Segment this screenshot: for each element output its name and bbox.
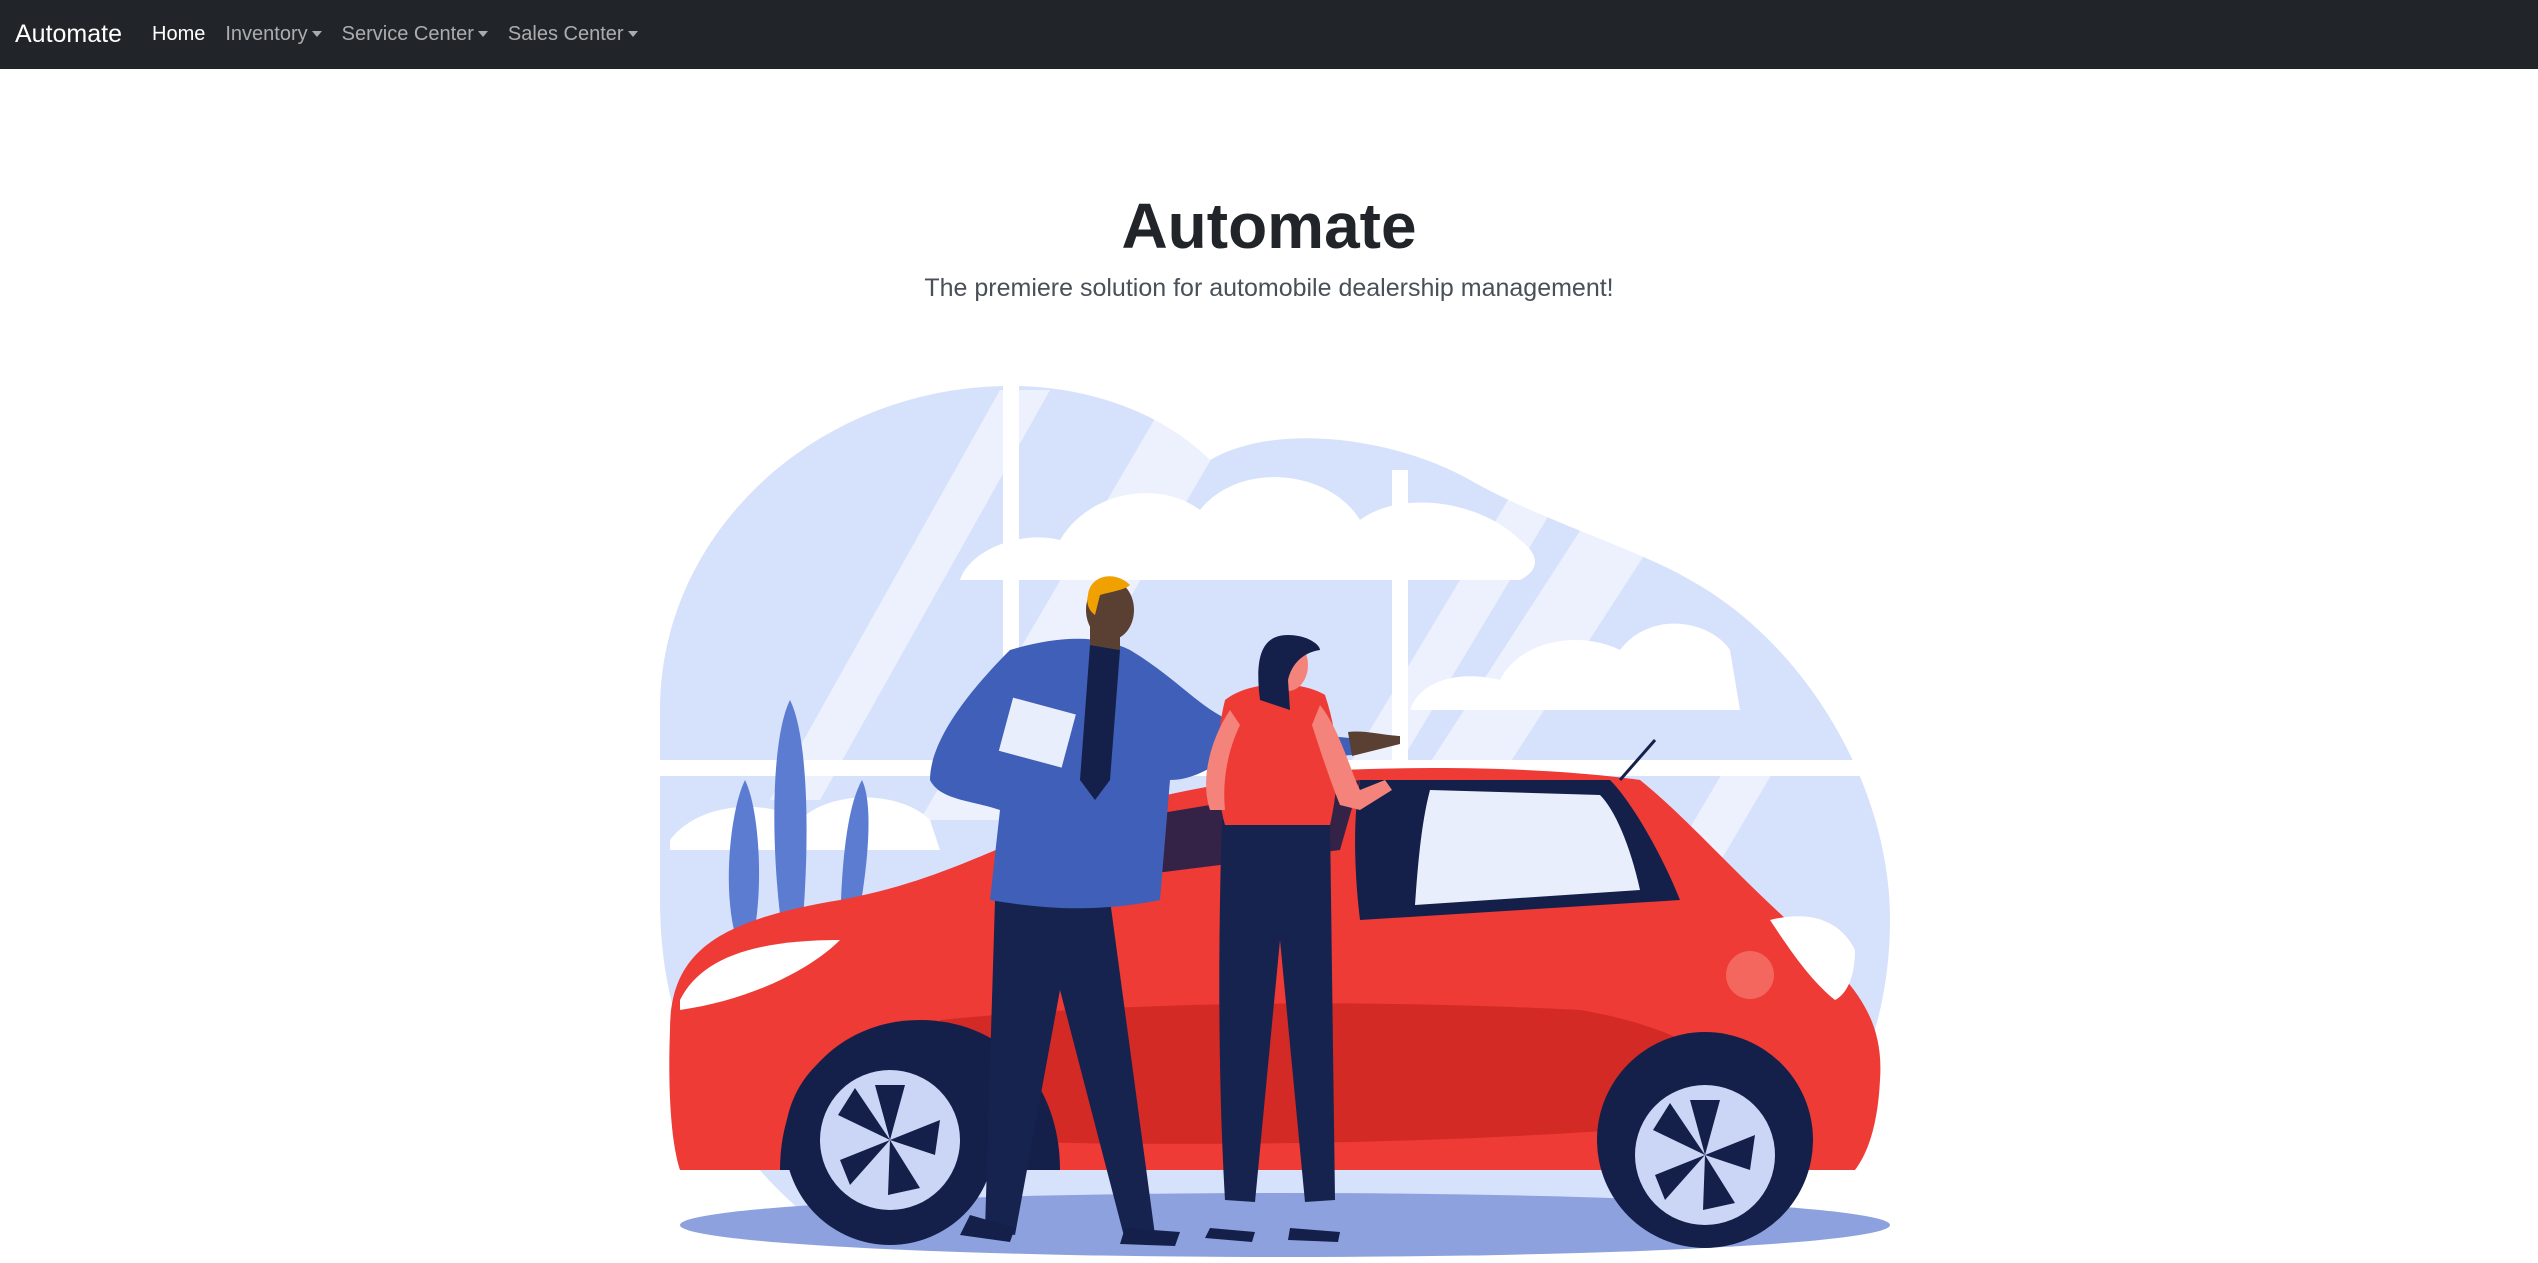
nav-sales-center-dropdown[interactable]: Sales Center: [508, 23, 638, 46]
brand-logo[interactable]: Automate: [15, 22, 122, 47]
nav-inventory-label: Inventory: [225, 23, 308, 45]
nav-home-label: Home: [152, 23, 206, 45]
car-fuel-cap: [1726, 951, 1774, 999]
car-dealership-illustration: [640, 380, 1900, 1258]
nav-inventory-dropdown[interactable]: Inventory: [225, 23, 322, 46]
chevron-down-icon: [477, 30, 488, 37]
nav-sales-center-label: Sales Center: [507, 23, 624, 45]
page-title: Automate: [1121, 190, 1417, 262]
car-window-glass: [1415, 790, 1640, 905]
nav-service-center-dropdown[interactable]: Service Center: [342, 23, 488, 46]
nav-service-center-label: Service Center: [341, 23, 474, 45]
chevron-down-icon: [627, 30, 638, 37]
chevron-down-icon: [311, 30, 322, 37]
car-dealership-illustration-svg: [660, 380, 1890, 1257]
page-subtitle: The premiere solution for automobile dea…: [924, 274, 1614, 302]
nav-home[interactable]: Home: [152, 23, 205, 46]
top-navbar: Automate Home Inventory Service Center S…: [0, 0, 2538, 69]
